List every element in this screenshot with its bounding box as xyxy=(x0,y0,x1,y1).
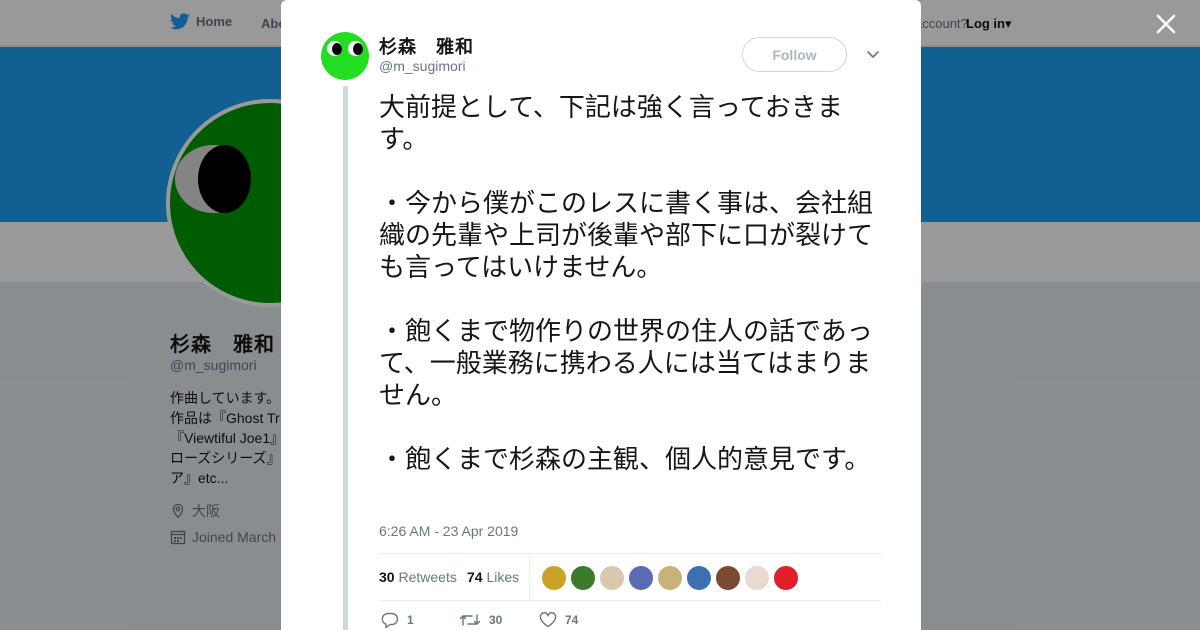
liker-avatars xyxy=(541,565,799,591)
liker-avatar[interactable] xyxy=(570,565,596,591)
avatar-left-eye xyxy=(327,41,342,56)
retweet-count: 30 xyxy=(489,613,503,627)
author-handle[interactable]: @m_sugimori xyxy=(379,58,466,74)
reply-count: 1 xyxy=(407,613,414,627)
tweet-paragraph: ・今から僕がこのレスに書く事は、会社組織の先輩や上司が後輩や部下に口が裂けても言… xyxy=(379,189,874,283)
likes-count: 74 xyxy=(467,569,483,585)
avatar-right-pupil xyxy=(353,43,363,55)
tweet-paragraph: ・飽くまで杉森の主観、個人的意見です。 xyxy=(379,445,871,475)
retweet-icon xyxy=(459,614,481,626)
author-name[interactable]: 杉森 雅和 xyxy=(379,33,474,59)
tweet-paragraph: ・飽くまで物作りの世界の住人の話であって、一般業務に携わる人には当てはまりません… xyxy=(379,317,873,411)
like-count: 74 xyxy=(565,613,579,627)
liker-avatar[interactable] xyxy=(773,565,799,591)
thread-line xyxy=(343,86,348,630)
tweet-actions: 1 30 74 xyxy=(379,612,779,630)
likes-label: Likes xyxy=(486,569,520,585)
likes-stat[interactable]: 74 Likes xyxy=(467,569,519,585)
liker-avatar[interactable] xyxy=(744,565,770,591)
tweet-paragraph: 大前提として、下記は強く言っておきます。 xyxy=(379,93,843,155)
tweet-timestamp[interactable]: 6:26 AM - 23 Apr 2019 xyxy=(379,523,518,539)
stats-divider xyxy=(529,554,530,601)
avatar-right-eye xyxy=(348,41,363,56)
tweet-modal: 杉森 雅和 @m_sugimori Follow 大前提として、下記は強く言って… xyxy=(281,0,921,630)
liker-avatar[interactable] xyxy=(599,565,625,591)
heart-icon xyxy=(539,612,557,628)
chevron-down-icon[interactable] xyxy=(865,46,881,62)
author-avatar[interactable] xyxy=(321,32,369,80)
close-icon[interactable] xyxy=(1154,12,1178,36)
tweet-text: 大前提として、下記は強く言っておきます。 ・今から僕がこのレスに書く事は、会社組… xyxy=(379,92,885,508)
follow-button[interactable]: Follow xyxy=(742,37,847,72)
reply-button[interactable]: 1 xyxy=(381,612,414,628)
retweet-button[interactable]: 30 xyxy=(459,612,502,628)
liker-avatar[interactable] xyxy=(657,565,683,591)
liker-avatar[interactable] xyxy=(686,565,712,591)
liker-avatar[interactable] xyxy=(628,565,654,591)
like-button[interactable]: 74 xyxy=(539,612,578,628)
liker-avatar[interactable] xyxy=(541,565,567,591)
avatar-left-pupil xyxy=(332,43,342,55)
retweets-stat[interactable]: 30 Retweets xyxy=(379,569,457,585)
retweets-count: 30 xyxy=(379,569,395,585)
liker-avatar[interactable] xyxy=(715,565,741,591)
reply-icon xyxy=(381,612,399,628)
retweets-label: Retweets xyxy=(398,569,457,585)
tweet-stats: 30 Retweets 74 Likes xyxy=(379,553,881,601)
